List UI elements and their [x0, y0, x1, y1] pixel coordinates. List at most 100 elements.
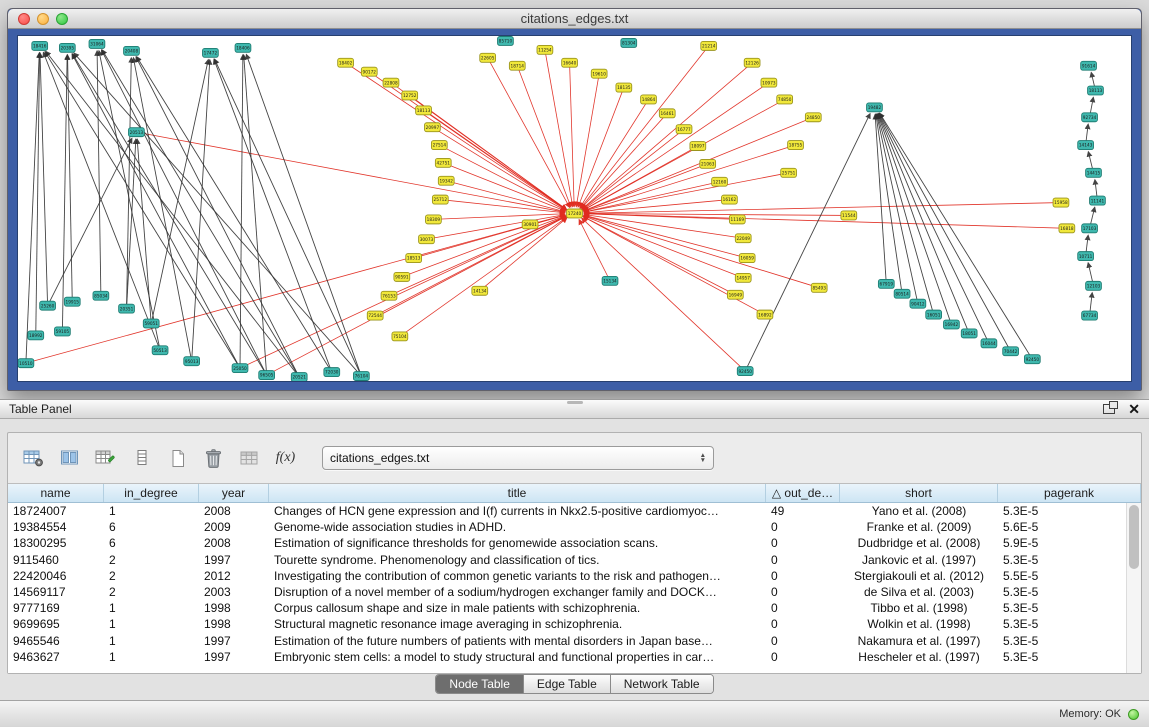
graph-node[interactable]: 80514: [894, 289, 910, 298]
graph-node[interactable]: 14134: [472, 286, 488, 295]
table-cell[interactable]: 2012: [199, 569, 269, 583]
table-cell[interactable]: 0: [766, 536, 840, 550]
table-cell[interactable]: Corpus callosum shape and size in male p…: [269, 601, 766, 615]
table-cell[interactable]: 1997: [199, 650, 269, 664]
graph-node[interactable]: 70442: [1003, 347, 1019, 356]
graph-node[interactable]: 16949: [727, 290, 743, 299]
table-cell[interactable]: Estimation of the future numbers of pati…: [269, 634, 766, 648]
graph-node[interactable]: 18406: [235, 43, 251, 52]
table-row[interactable]: 946554611997Estimation of the future num…: [8, 633, 1126, 649]
graph-node[interactable]: 16942: [944, 320, 960, 329]
graph-node[interactable]: 20521: [291, 373, 307, 381]
table-cell[interactable]: 1997: [199, 553, 269, 567]
column-header-pagerank[interactable]: pagerank: [998, 484, 1141, 502]
graph-node[interactable]: 18513: [406, 254, 422, 263]
graph-node[interactable]: 16777: [676, 125, 692, 134]
graph-node[interactable]: 85710: [498, 36, 514, 45]
table-cell[interactable]: Nakamura et al. (1997): [840, 634, 998, 648]
table-cell[interactable]: Structural magnetic resonance image aver…: [269, 617, 766, 631]
table-row[interactable]: 1938455462009Genome-wide association stu…: [8, 519, 1126, 535]
edit-table-button[interactable]: [92, 446, 119, 471]
graph-node[interactable]: 10510: [18, 359, 34, 368]
graph-node[interactable]: 72544: [367, 311, 383, 320]
table-cell[interactable]: 5.3E-5: [998, 617, 1126, 631]
graph-node[interactable]: 18097: [690, 142, 706, 151]
graph-node[interactable]: 19915: [64, 297, 80, 306]
float-panel-icon[interactable]: [1103, 404, 1115, 414]
graph-node[interactable]: 27514: [431, 141, 447, 150]
graph-node[interactable]: 90172: [361, 67, 377, 76]
table-cell[interactable]: 2: [104, 585, 199, 599]
table-row[interactable]: 946362711997Embryonic stem cells: a mode…: [8, 649, 1126, 665]
table-cell[interactable]: 18300295: [8, 536, 104, 550]
graph-node[interactable]: 18714: [509, 61, 525, 70]
graph-node[interactable]: 96505: [259, 371, 275, 380]
graph-node[interactable]: 74850: [777, 95, 793, 104]
table-cell[interactable]: 1: [104, 650, 199, 664]
table-cell[interactable]: 0: [766, 601, 840, 615]
window-titlebar[interactable]: citations_edges.txt: [8, 9, 1141, 29]
table-cell[interactable]: 5.3E-5: [998, 634, 1126, 648]
graph-node[interactable]: 14957: [735, 273, 751, 282]
table-cell[interactable]: Wolkin et al. (1998): [840, 617, 998, 631]
table-scrollbar-thumb[interactable]: [1129, 505, 1139, 569]
graph-node[interactable]: 20513: [129, 128, 145, 137]
graph-node[interactable]: 18051: [961, 329, 977, 338]
table-options-button[interactable]: [20, 446, 47, 471]
table-cell[interactable]: Jankovic et al. (1997): [840, 553, 998, 567]
graph-node[interactable]: 31064: [89, 39, 105, 48]
tab-node-table[interactable]: Node Table: [436, 675, 524, 693]
new-column-button[interactable]: [164, 446, 191, 471]
graph-node[interactable]: 91614: [1081, 61, 1097, 70]
graph-node[interactable]: 17103: [1082, 224, 1098, 233]
graph-node[interactable]: 19610: [591, 69, 607, 78]
row-height-button[interactable]: [128, 446, 155, 471]
table-cell[interactable]: 1: [104, 601, 199, 615]
table-cell[interactable]: Changes of HCN gene expression and I(f) …: [269, 504, 766, 518]
graph-node[interactable]: 72030: [324, 368, 340, 377]
table-cell[interactable]: Disruption of a novel member of a sodium…: [269, 585, 766, 599]
table-row[interactable]: 1456911722003Disruption of a novel membe…: [8, 584, 1126, 600]
graph-node[interactable]: 20395: [59, 43, 75, 52]
table-cell[interactable]: 5.3E-5: [998, 601, 1126, 615]
table-cell[interactable]: 19384554: [8, 520, 104, 534]
table-cell[interactable]: 1: [104, 504, 199, 518]
graph-node[interactable]: 10973: [761, 78, 777, 87]
graph-node[interactable]: 17240: [567, 209, 583, 218]
table-cell[interactable]: 2008: [199, 504, 269, 518]
table-cell[interactable]: 5.3E-5: [998, 504, 1126, 518]
table-cell[interactable]: 0: [766, 617, 840, 631]
graph-node[interactable]: 92450: [1024, 355, 1040, 364]
zoom-window-button[interactable]: [56, 13, 68, 25]
table-row[interactable]: 1830029562008Estimation of significance …: [8, 535, 1126, 551]
table-cell[interactable]: Investigating the contribution of common…: [269, 569, 766, 583]
graph-node[interactable]: 21063: [700, 159, 716, 168]
table-scrollbar[interactable]: [1126, 503, 1141, 673]
table-cell[interactable]: 9777169: [8, 601, 104, 615]
table-cell[interactable]: 9115460: [8, 553, 104, 567]
graph-node[interactable]: 14864: [641, 95, 657, 104]
graph-node[interactable]: 30901: [522, 220, 538, 229]
column-header-title[interactable]: title: [269, 484, 766, 502]
graph-node[interactable]: 17472: [203, 48, 219, 57]
table-cell[interactable]: 0: [766, 569, 840, 583]
table-cell[interactable]: 2: [104, 553, 199, 567]
table-cell[interactable]: 0: [766, 585, 840, 599]
graph-node[interactable]: 85493: [811, 283, 827, 292]
graph-node[interactable]: 16162: [722, 195, 738, 204]
table-cell[interactable]: 9463627: [8, 650, 104, 664]
table-cell[interactable]: 1998: [199, 617, 269, 631]
graph-node[interactable]: 25050: [232, 364, 248, 373]
table-cell[interactable]: 2008: [199, 536, 269, 550]
table-cell[interactable]: 5.6E-5: [998, 520, 1126, 534]
table-cell[interactable]: 5.3E-5: [998, 553, 1126, 567]
tab-edge-table[interactable]: Edge Table: [524, 675, 611, 693]
graph-node[interactable]: 16044: [981, 339, 997, 348]
table-cell[interactable]: 14569117: [8, 585, 104, 599]
graph-node[interactable]: 11169: [729, 215, 745, 224]
table-row[interactable]: 911546021997Tourette syndrome. Phenomeno…: [8, 552, 1126, 568]
table-cell[interactable]: 1997: [199, 634, 269, 648]
table-row[interactable]: 977716911998Corpus callosum shape and si…: [8, 600, 1126, 616]
table-cell[interactable]: 5.9E-5: [998, 536, 1126, 550]
graph-node[interactable]: 21214: [701, 41, 717, 50]
